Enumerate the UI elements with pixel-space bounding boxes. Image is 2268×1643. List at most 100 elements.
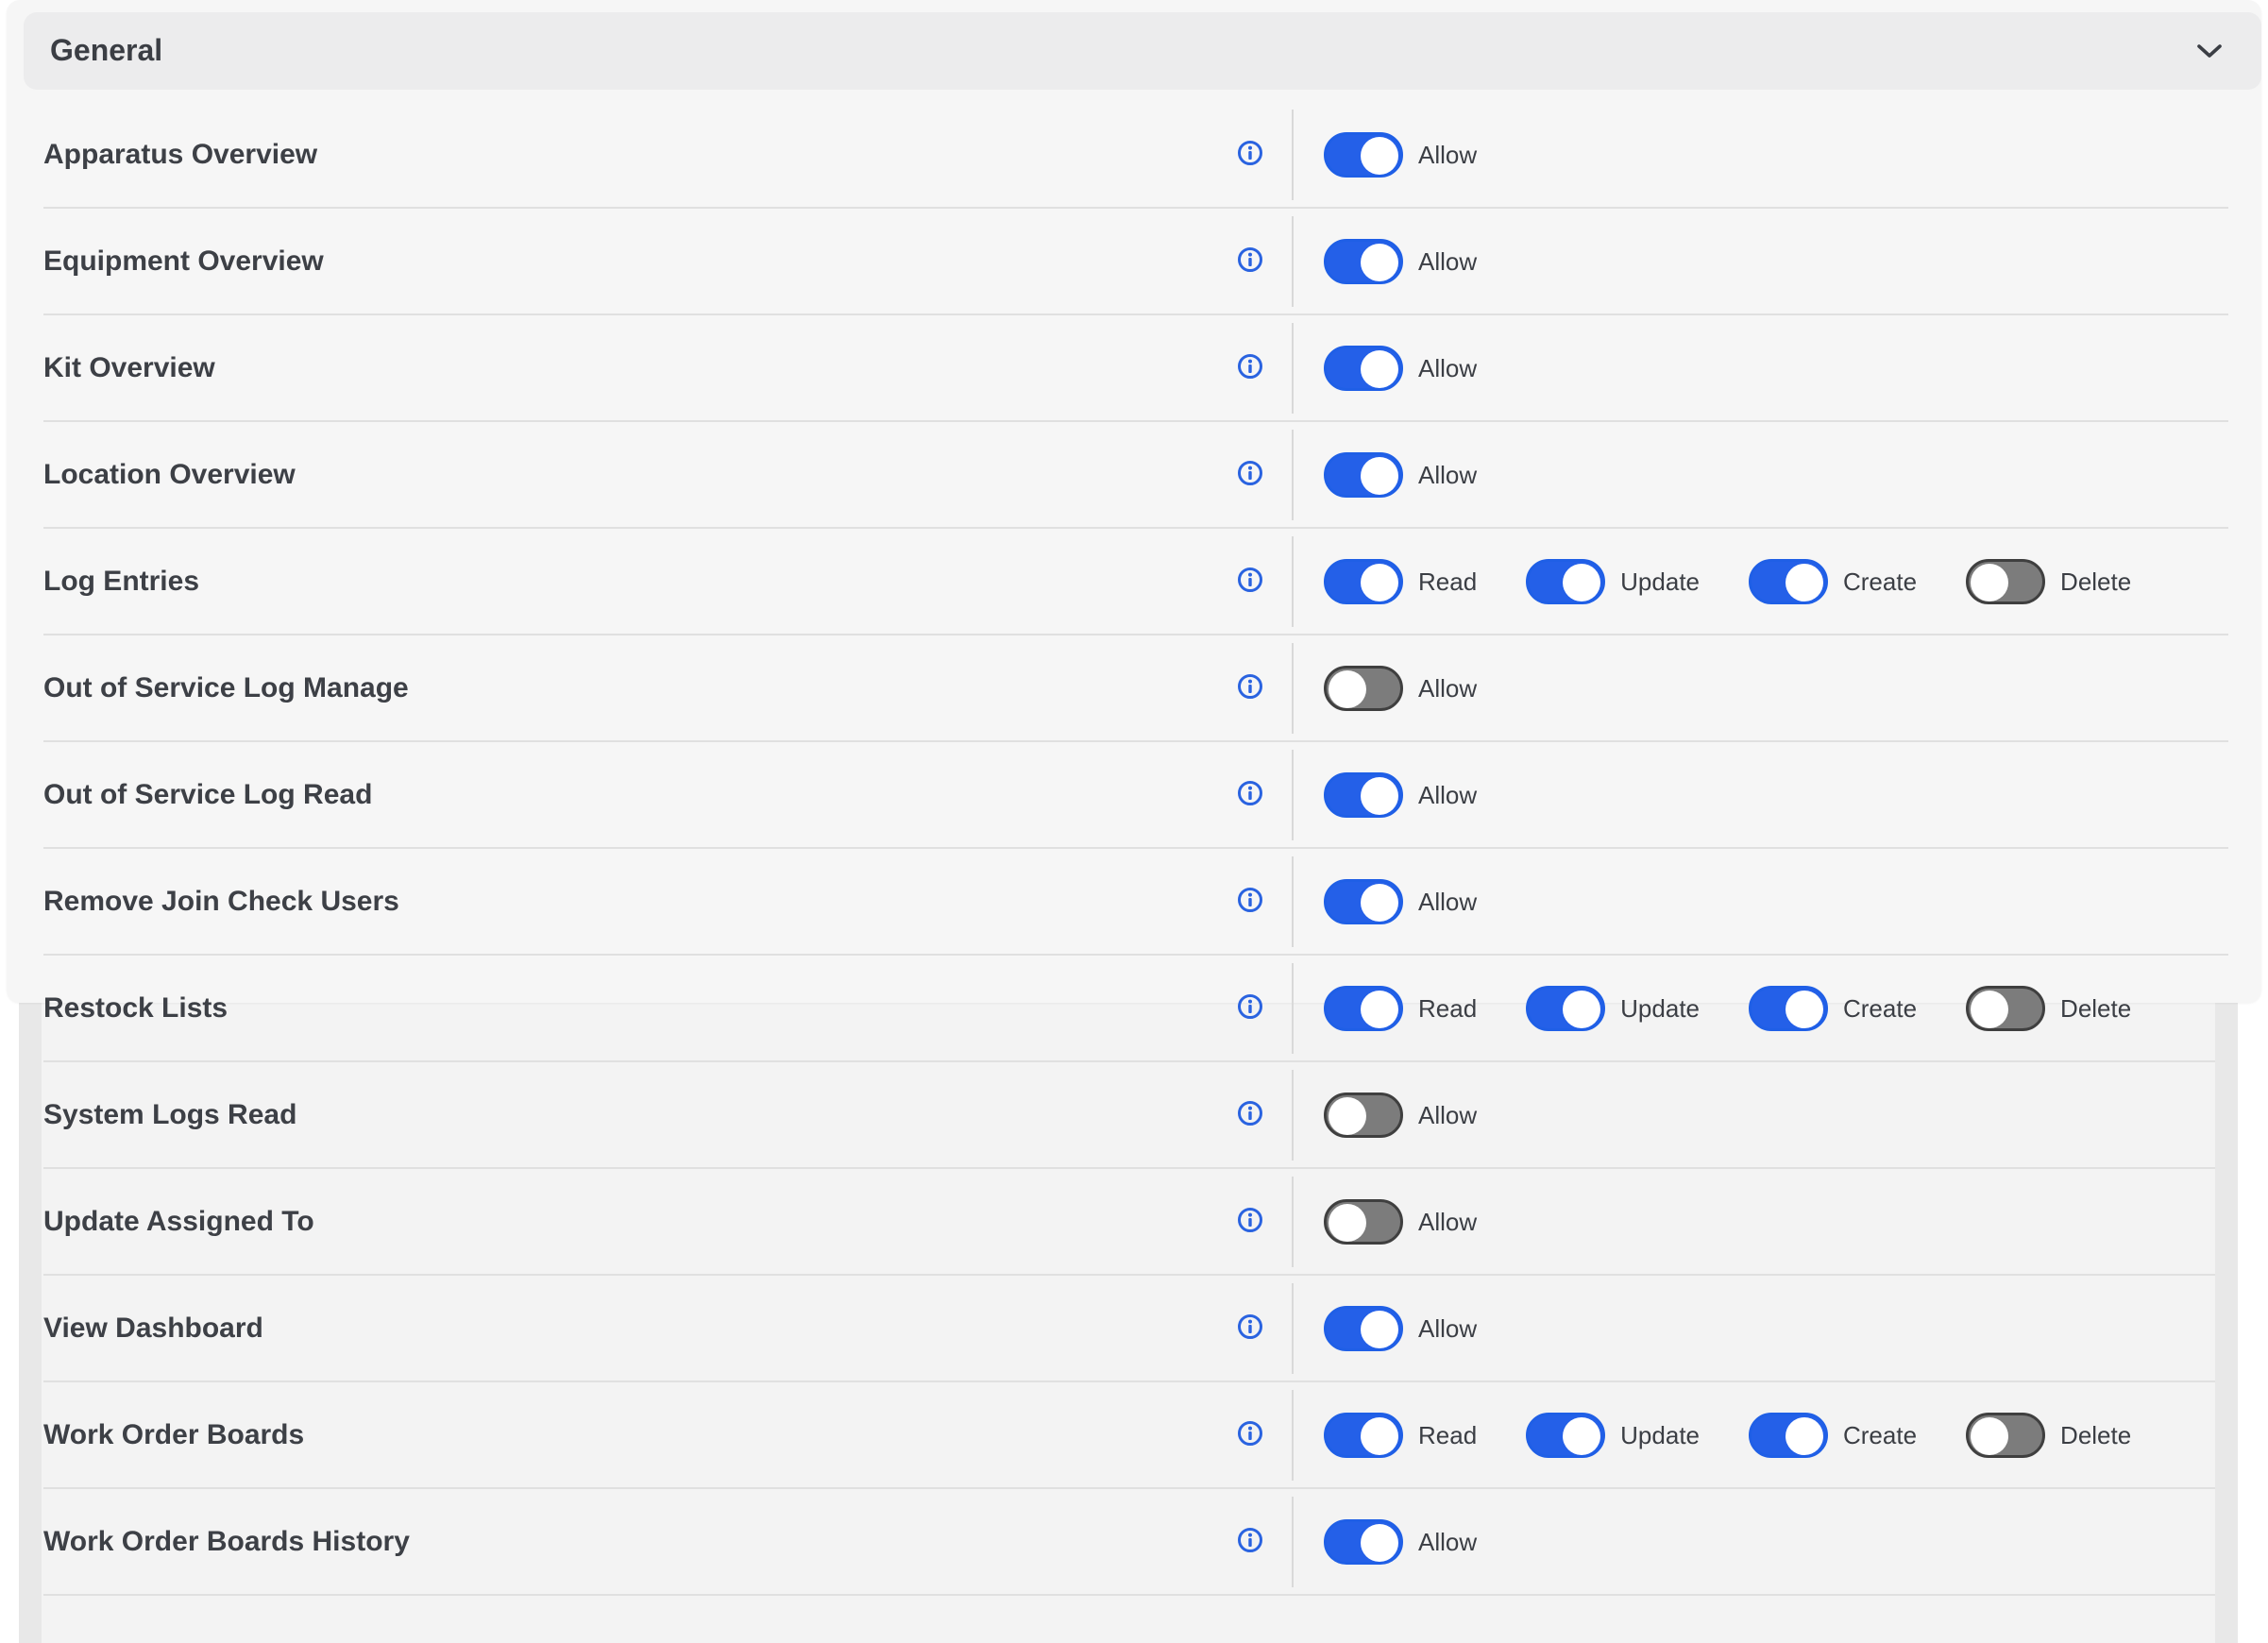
column-divider: [1292, 1177, 1294, 1267]
toggle-knob: [1361, 1524, 1398, 1562]
permission-create[interactable]: Create: [1749, 986, 1917, 1031]
permission-create[interactable]: Create: [1749, 1413, 1917, 1458]
toggle-switch[interactable]: [1966, 1413, 2046, 1458]
permission-allow[interactable]: Allow: [1324, 1199, 1477, 1245]
permission-delete[interactable]: Delete: [1966, 1413, 2131, 1458]
toggle-switch[interactable]: [1966, 559, 2046, 604]
permission-allow[interactable]: Allow: [1324, 879, 1477, 924]
toggle-knob: [1361, 457, 1398, 495]
info-icon[interactable]: [1237, 887, 1263, 913]
toggle-switch[interactable]: [1749, 559, 1828, 604]
toggle-switch[interactable]: [1324, 346, 1403, 391]
permission-row: View Dashboard Allow: [43, 1276, 2215, 1382]
column-divider: [1292, 750, 1294, 840]
toggle-switch[interactable]: [1324, 879, 1403, 924]
toggle-switch[interactable]: [1526, 559, 1606, 604]
toggle-switch[interactable]: [1526, 986, 1606, 1031]
section-header-general[interactable]: General: [24, 12, 2261, 90]
info-icon[interactable]: [1237, 1100, 1263, 1126]
permission-delete[interactable]: Delete: [1966, 559, 2131, 604]
info-icon[interactable]: [1237, 673, 1263, 700]
toggle-knob: [1786, 991, 1823, 1028]
toggle-switch[interactable]: [1324, 1306, 1403, 1351]
permission-label: Remove Join Check Users: [43, 886, 399, 917]
toggle-knob: [1971, 564, 2009, 601]
permission-update[interactable]: Update: [1526, 986, 1700, 1031]
permission-read[interactable]: Read: [1324, 1413, 1477, 1458]
permission-read[interactable]: Read: [1324, 986, 1477, 1031]
toggle-knob: [1971, 1417, 2009, 1455]
toggle-switch[interactable]: [1324, 1199, 1403, 1245]
info-icon[interactable]: [1237, 353, 1263, 380]
toggle-switch[interactable]: [1324, 239, 1403, 284]
permission-label: Work Order Boards: [43, 1419, 305, 1450]
permission-label: Equipment Overview: [43, 246, 324, 277]
chevron-down-icon[interactable]: [2193, 35, 2226, 67]
permission-allow[interactable]: Allow: [1324, 239, 1477, 284]
permission-label: View Dashboard: [43, 1313, 263, 1344]
permission-label: Log Entries: [43, 566, 200, 597]
toggle-knob: [1361, 884, 1398, 922]
toggle-label: Allow: [1418, 780, 1478, 809]
info-icon[interactable]: [1237, 140, 1263, 166]
toggle-switch[interactable]: [1324, 559, 1403, 604]
toggle-switch[interactable]: [1966, 986, 2046, 1031]
toggle-switch[interactable]: [1324, 1093, 1403, 1138]
info-icon[interactable]: [1237, 1420, 1263, 1447]
toggle-switch[interactable]: [1324, 132, 1403, 178]
info-icon[interactable]: [1237, 993, 1263, 1020]
toggle-switch[interactable]: [1526, 1413, 1606, 1458]
toggle-label: Create: [1843, 567, 1918, 596]
column-divider: [1292, 1390, 1294, 1481]
toggle-switch[interactable]: [1324, 1519, 1403, 1565]
permission-allow[interactable]: Allow: [1324, 772, 1477, 818]
toggle-label: Create: [1843, 1420, 1918, 1449]
permission-allow[interactable]: Allow: [1324, 346, 1477, 391]
permission-allow[interactable]: Allow: [1324, 1306, 1477, 1351]
permission-update[interactable]: Update: [1526, 1413, 1700, 1458]
permission-allow[interactable]: Allow: [1324, 1519, 1477, 1565]
info-icon[interactable]: [1237, 1313, 1263, 1340]
permission-update[interactable]: Update: [1526, 559, 1700, 604]
toggle-switch[interactable]: [1324, 1413, 1403, 1458]
permission-label: Restock Lists: [43, 992, 228, 1024]
toggle-label: Allow: [1418, 246, 1478, 276]
info-icon[interactable]: [1237, 246, 1263, 273]
permission-read[interactable]: Read: [1324, 559, 1477, 604]
column-divider: [1292, 1070, 1294, 1160]
permission-controls: Allow: [1324, 849, 1526, 955]
toggle-switch[interactable]: [1324, 986, 1403, 1031]
column-divider: [1292, 110, 1294, 200]
toggle-knob: [1361, 137, 1398, 175]
toggle-switch[interactable]: [1324, 666, 1403, 711]
toggle-knob: [1361, 244, 1398, 281]
permission-allow[interactable]: Allow: [1324, 1093, 1477, 1138]
toggle-label: Read: [1418, 567, 1478, 596]
info-icon[interactable]: [1237, 460, 1263, 486]
toggle-knob: [1563, 564, 1601, 601]
permission-controls: Read Update Create Delete: [1324, 529, 2180, 635]
permission-delete[interactable]: Delete: [1966, 986, 2131, 1031]
permission-create[interactable]: Create: [1749, 559, 1917, 604]
toggle-label: Create: [1843, 993, 1918, 1023]
toggle-label: Delete: [2060, 993, 2132, 1023]
toggle-switch[interactable]: [1324, 772, 1403, 818]
permission-allow[interactable]: Allow: [1324, 666, 1477, 711]
info-icon[interactable]: [1237, 1207, 1263, 1233]
info-icon[interactable]: [1237, 567, 1263, 593]
info-icon[interactable]: [1237, 780, 1263, 806]
permission-label: Out of Service Log Manage: [43, 672, 409, 703]
permission-controls: Allow: [1324, 742, 1526, 848]
toggle-label: Update: [1620, 567, 1700, 596]
permission-label: Apparatus Overview: [43, 139, 318, 170]
permission-row: Log Entries Read Update Create Delete: [43, 529, 2228, 635]
toggle-knob: [1329, 670, 1366, 708]
toggle-knob: [1786, 1417, 1823, 1455]
toggle-switch[interactable]: [1749, 1413, 1828, 1458]
permission-controls: Allow: [1324, 1062, 1526, 1168]
toggle-switch[interactable]: [1324, 452, 1403, 498]
permission-allow[interactable]: Allow: [1324, 452, 1477, 498]
permission-allow[interactable]: Allow: [1324, 132, 1477, 178]
toggle-switch[interactable]: [1749, 986, 1828, 1031]
info-icon[interactable]: [1237, 1527, 1263, 1553]
